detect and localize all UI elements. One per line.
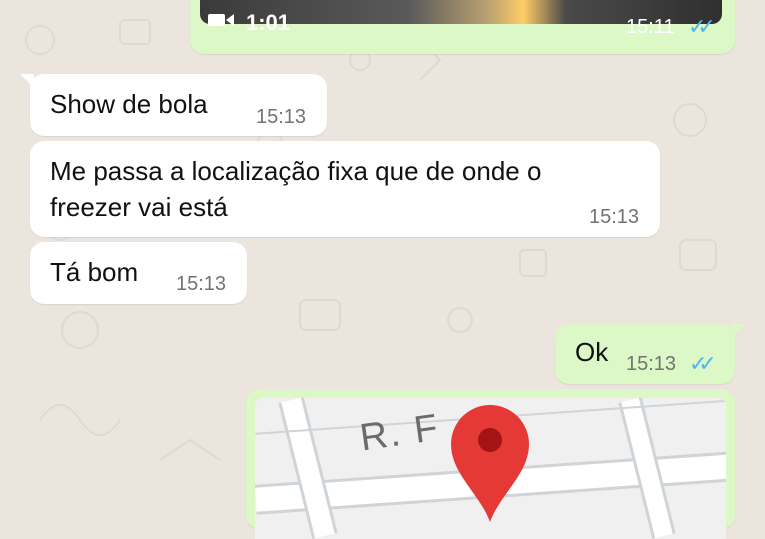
double-check-read-icon: ✓✓ <box>688 14 716 39</box>
bubble-tail <box>731 324 745 338</box>
message-time: 15:13 <box>256 106 307 128</box>
message-time: 15:13 <box>626 353 677 375</box>
incoming-message-bubble[interactable]: Me passa a localização fixa que de onde … <box>30 141 660 237</box>
message-time: 15:13 <box>176 273 227 295</box>
bubble-tail <box>20 74 34 88</box>
video-camera-icon <box>208 14 234 26</box>
double-check-read-icon: ✓✓ <box>689 351 717 376</box>
map-preview[interactable]: R. F <box>255 398 726 539</box>
incoming-message-bubble[interactable]: Tá bom 15:13 <box>30 242 247 304</box>
message-text-line-2: freezer vai está <box>50 192 228 222</box>
outgoing-message-bubble[interactable]: Ok 15:13 ✓✓ <box>555 324 745 384</box>
location-message-bubble[interactable]: R. F <box>246 389 735 539</box>
map-pin-icon <box>451 405 529 522</box>
video-duration: 1:01 <box>246 10 291 35</box>
incoming-message-bubble[interactable]: Show de bola 15:13 <box>20 74 327 136</box>
message-text: Show de bola <box>50 89 208 119</box>
message-time: 15:11 <box>626 16 675 38</box>
message-text-line-1: Me passa a localização fixa que de onde … <box>50 156 542 186</box>
message-text: Ok <box>575 337 609 367</box>
video-message-bubble[interactable]: 1:01 15:11 ✓✓ <box>190 0 735 54</box>
message-text: Tá bom <box>50 257 139 287</box>
message-time: 15:13 <box>589 206 640 228</box>
map-street-label: R. F <box>357 406 443 460</box>
